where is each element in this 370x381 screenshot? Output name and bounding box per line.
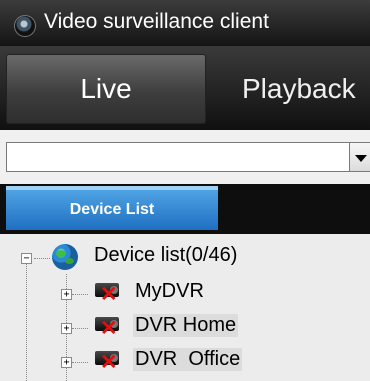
tree-line — [72, 294, 88, 295]
tab-device-list[interactable]: Device List — [6, 190, 218, 230]
dvr-offline-icon: ✕ — [92, 348, 122, 373]
main-tab-bar: Live Playback — [0, 46, 370, 130]
device-tree: − Device list(0/46) + ✕ MyDVR + ✕ DVR Ho… — [0, 234, 370, 381]
tree-node-expander[interactable]: + — [61, 289, 72, 300]
tree-line — [72, 362, 88, 363]
chevron-down-icon — [355, 155, 367, 162]
tree-node-expander[interactable]: + — [61, 323, 72, 334]
filter-combo-input[interactable] — [6, 142, 350, 172]
camera-app-icon — [14, 15, 36, 37]
tree-line — [34, 258, 50, 259]
tree-node-expander[interactable]: + — [61, 357, 72, 368]
list-tab-bar: Device List — [0, 184, 370, 234]
tree-line — [26, 259, 27, 381]
tab-live[interactable]: Live — [6, 54, 206, 124]
globe-icon — [52, 244, 78, 270]
filter-combo-dropdown-button[interactable] — [350, 142, 370, 172]
tree-root-label[interactable]: Device list(0/46) — [94, 244, 237, 267]
window-title: Video surveillance client — [44, 10, 269, 33]
tab-playback[interactable]: Playback — [212, 54, 370, 124]
dvr-offline-icon: ✕ — [92, 314, 122, 339]
title-bar: Video surveillance client — [0, 0, 370, 46]
dvr-offline-icon: ✕ — [92, 280, 122, 305]
tree-node-label[interactable]: DVR Home — [133, 314, 239, 337]
tree-node-label[interactable]: DVR Office — [133, 348, 243, 371]
filter-row — [0, 130, 370, 184]
tree-root-expander[interactable]: − — [21, 253, 32, 264]
tree-node-label[interactable]: MyDVR — [135, 280, 204, 303]
tree-line — [72, 328, 88, 329]
